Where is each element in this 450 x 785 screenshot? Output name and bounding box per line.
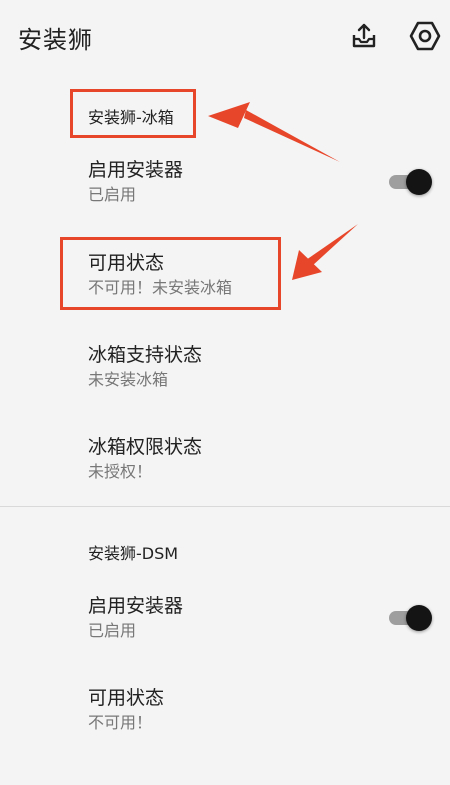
pref-summary: 未授权！	[88, 462, 153, 481]
pref-icebox-permission-status[interactable]: 冰箱权限状态 未授权！	[88, 435, 202, 483]
section-divider	[0, 506, 450, 507]
pref-title: 启用安装器	[88, 159, 184, 181]
pref-enable-installer-icebox[interactable]: 启用安装器 已启用	[88, 158, 183, 206]
app-title: 安装狮	[18, 26, 93, 54]
annotation-arrow-shaft	[306, 224, 358, 266]
enable-installer-toggle-icebox[interactable]	[389, 167, 435, 197]
switch-thumb	[406, 605, 432, 631]
settings-hex-icon[interactable]	[407, 18, 443, 54]
section-header-dsm: 安装狮-DSM	[88, 544, 179, 563]
pref-title: 冰箱权限状态	[88, 436, 203, 458]
pref-enable-installer-dsm[interactable]: 启用安装器 已启用	[88, 594, 183, 642]
switch-thumb	[406, 169, 432, 195]
pref-summary: 未安装冰箱	[88, 370, 169, 389]
pref-availability-dsm[interactable]: 可用状态 不可用！	[88, 686, 164, 734]
annotation-arrows	[208, 102, 358, 280]
pref-summary: 不可用！	[88, 713, 153, 732]
annotation-highlight-box	[60, 237, 281, 310]
annotation-arrow-head	[292, 250, 322, 280]
pref-title: 可用状态	[88, 687, 165, 709]
annotation-arrow-head	[208, 102, 250, 128]
pref-summary: 已启用	[88, 621, 137, 640]
pref-icebox-support-status[interactable]: 冰箱支持状态 未安装冰箱	[88, 343, 202, 391]
pref-title: 冰箱支持状态	[88, 344, 203, 366]
share-upload-icon[interactable]	[346, 18, 382, 54]
pref-summary: 已启用	[88, 185, 137, 204]
annotation-arrow-shaft	[244, 110, 340, 162]
annotation-highlight-box	[70, 89, 196, 138]
pref-title: 启用安装器	[88, 595, 184, 617]
app-bar: 安装狮	[0, 0, 450, 72]
enable-installer-toggle-dsm[interactable]	[389, 603, 435, 633]
